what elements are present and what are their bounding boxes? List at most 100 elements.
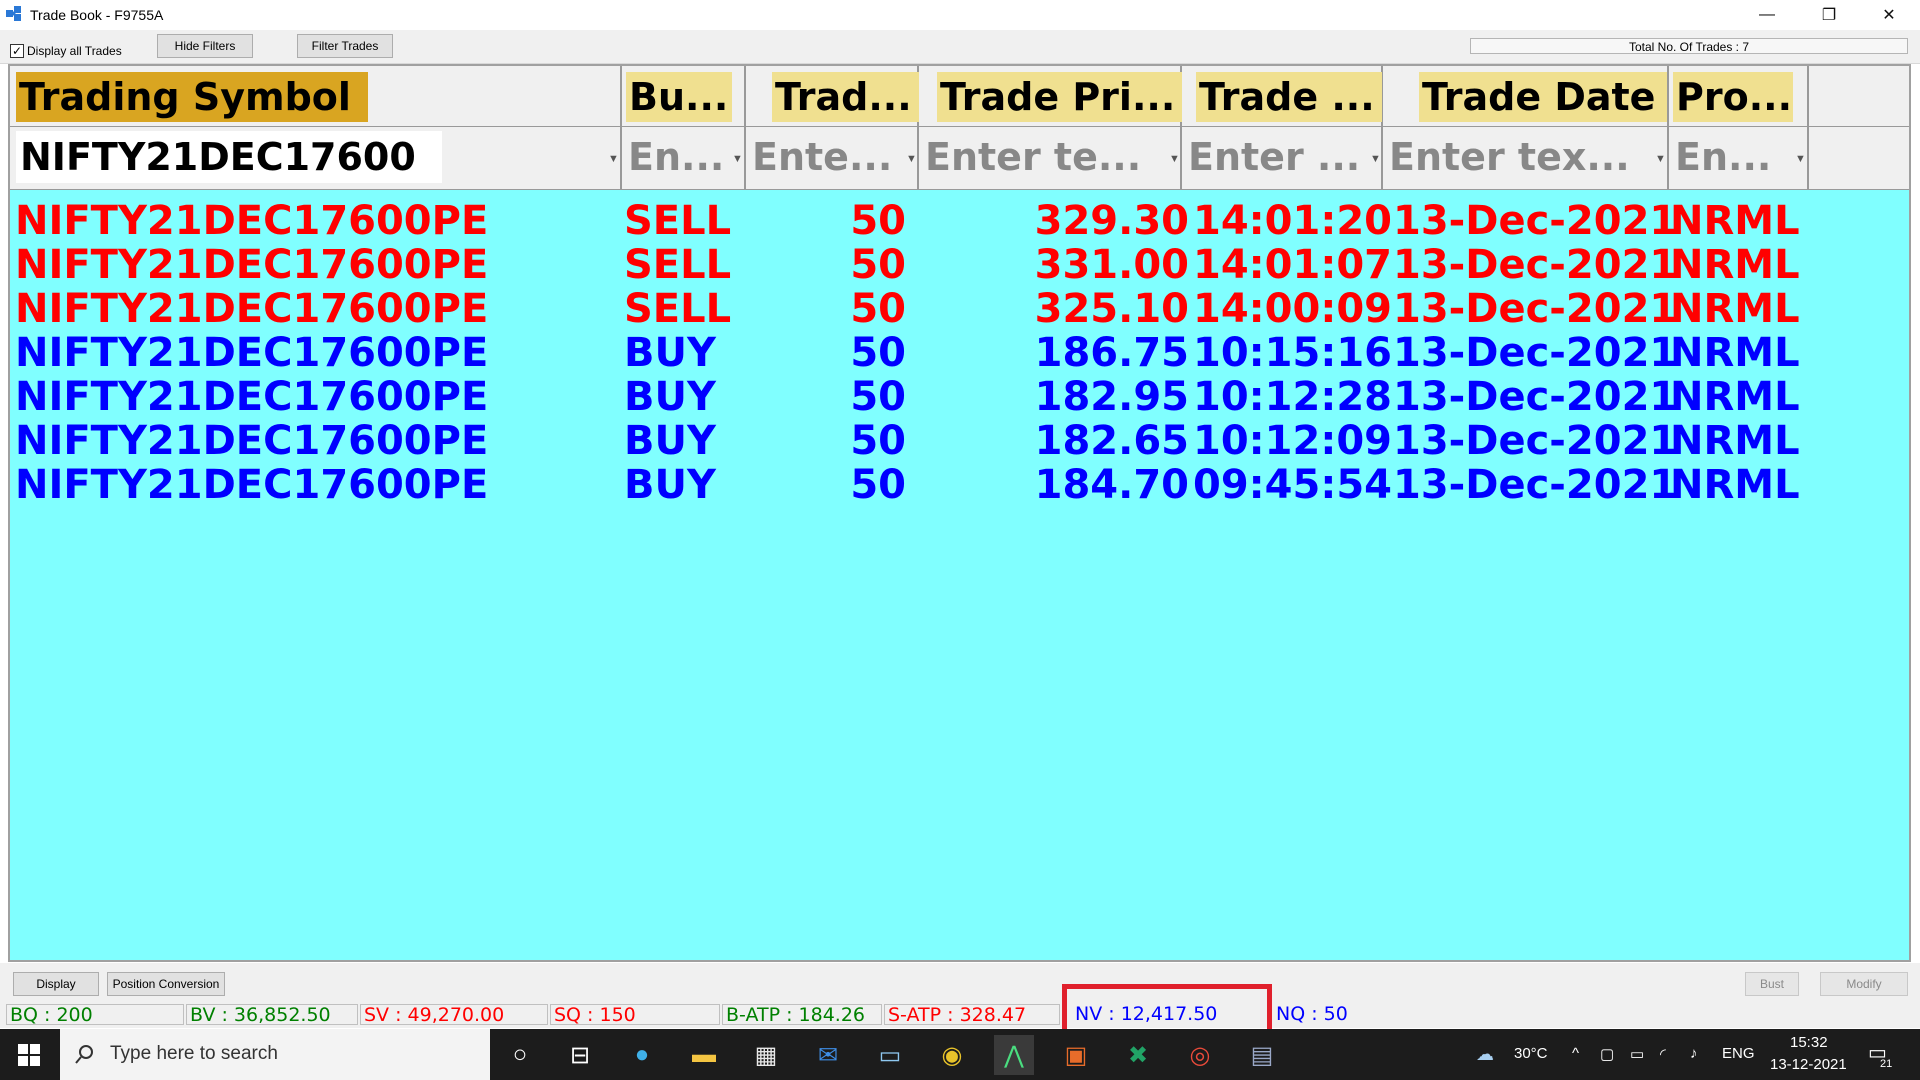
task-view-icon[interactable]: ⊟	[560, 1035, 600, 1075]
cell-product: NRML	[1670, 462, 1800, 508]
filter-input-trade-price[interactable]: Enter te...	[921, 131, 1169, 183]
cell-side: BUY	[624, 374, 716, 420]
display-button[interactable]: Display	[13, 972, 99, 996]
cell-qty: 50	[850, 242, 906, 288]
cell-product: NRML	[1670, 198, 1800, 244]
table-row[interactable]: NIFTY21DEC17600PE BUY 50 184.70 09:45:54…	[10, 463, 1909, 507]
search-icon	[75, 1045, 93, 1064]
table-row[interactable]: NIFTY21DEC17600PE BUY 50 182.95 10:12:28…	[10, 375, 1909, 419]
close-button[interactable]: ✕	[1860, 0, 1918, 30]
cell-date: 13-Dec-2021	[1393, 242, 1678, 288]
cell-date: 13-Dec-2021	[1393, 286, 1678, 332]
windows-start-icon[interactable]	[18, 1044, 40, 1066]
filter-funnel-icon[interactable]: ▼	[608, 153, 619, 165]
filter-cell-trade-qty: Ente... ▼	[746, 127, 919, 189]
column-header-label: Trade Date	[1419, 72, 1667, 122]
stat-sq: SQ : 150	[550, 1004, 720, 1026]
office-app-icon[interactable]: ▣	[1056, 1035, 1096, 1075]
clock-time[interactable]: 15:32	[1790, 1034, 1828, 1051]
table-row[interactable]: NIFTY21DEC17600PE SELL 50 329.30 14:01:2…	[10, 199, 1909, 243]
calculator-icon[interactable]: ▤	[1242, 1035, 1282, 1075]
trading-terminal-icon[interactable]: ⋀	[994, 1035, 1034, 1075]
table-row[interactable]: NIFTY21DEC17600PE SELL 50 325.10 14:00:0…	[10, 287, 1909, 331]
filter-input-trade-date[interactable]: Enter tex...	[1385, 131, 1655, 183]
language-indicator[interactable]: ENG	[1722, 1045, 1755, 1062]
position-conversion-button[interactable]: Position Conversion	[107, 972, 225, 996]
wifi-icon[interactable]: ◜	[1660, 1045, 1666, 1063]
column-header-trade-qty[interactable]: Trad...	[746, 66, 919, 126]
cell-symbol: NIFTY21DEC17600PE	[15, 286, 489, 332]
chrome-profile-icon[interactable]: ◎	[1180, 1035, 1220, 1075]
cell-side: BUY	[624, 330, 716, 376]
mail-icon[interactable]: ✉	[808, 1035, 848, 1075]
filter-cell-trade-price: Enter te... ▼	[919, 127, 1182, 189]
minimize-button[interactable]: —	[1738, 0, 1796, 30]
column-header-label: Trade ...	[1196, 72, 1382, 122]
filter-input-trading-symbol[interactable]: NIFTY21DEC17600	[16, 131, 442, 183]
cell-time: 10:12:28	[1193, 374, 1392, 420]
display-all-trades-label: Display all Trades	[27, 44, 122, 58]
filter-funnel-icon[interactable]: ▼	[1795, 153, 1806, 165]
cell-qty: 50	[850, 462, 906, 508]
cell-price: 331.00	[1034, 242, 1189, 288]
filter-cell-trading-symbol: NIFTY21DEC17600 ▼	[10, 127, 622, 189]
column-header-trading-symbol[interactable]: Trading Symbol	[10, 66, 622, 126]
edge-browser-icon[interactable]: ●	[622, 1035, 662, 1075]
column-header-trade-date[interactable]: Trade Date	[1383, 66, 1669, 126]
restore-button[interactable]: ❐	[1800, 0, 1858, 30]
bust-button[interactable]: Bust	[1745, 972, 1799, 996]
display-all-trades-checkbox[interactable]: ✓	[10, 44, 24, 58]
cell-date: 13-Dec-2021	[1393, 462, 1678, 508]
filter-input-product[interactable]: En...	[1671, 131, 1797, 183]
tray-device-icon[interactable]: ▢	[1600, 1045, 1614, 1063]
table-row[interactable]: NIFTY21DEC17600PE SELL 50 331.00 14:01:0…	[10, 243, 1909, 287]
filter-input-buy-sell[interactable]: En...	[624, 131, 732, 183]
table-row[interactable]: NIFTY21DEC17600PE BUY 50 182.65 10:12:09…	[10, 419, 1909, 463]
battery-icon[interactable]: ▭	[1630, 1045, 1644, 1063]
filter-trades-button[interactable]: Filter Trades	[297, 34, 393, 58]
file-explorer-icon[interactable]: ▬	[684, 1035, 724, 1075]
column-header-trade-price[interactable]: Trade Pri...	[919, 66, 1182, 126]
total-trades-count: Total No. Of Trades : 7	[1470, 38, 1908, 54]
filter-funnel-icon[interactable]: ▼	[1169, 153, 1180, 165]
hide-filters-button[interactable]: Hide Filters	[157, 34, 253, 58]
chrome-browser-icon[interactable]: ◉	[932, 1035, 972, 1075]
table-row[interactable]: NIFTY21DEC17600PE BUY 50 186.75 10:15:16…	[10, 331, 1909, 375]
cell-symbol: NIFTY21DEC17600PE	[15, 242, 489, 288]
filter-funnel-icon[interactable]: ▼	[732, 153, 743, 165]
cell-side: SELL	[624, 242, 732, 288]
weather-temperature[interactable]: 30°C	[1514, 1045, 1548, 1062]
cell-price: 184.70	[1034, 462, 1189, 508]
tray-chevron-up-icon[interactable]: ^	[1572, 1045, 1579, 1062]
title-bar	[0, 0, 1920, 30]
cell-time: 10:12:09	[1193, 418, 1392, 464]
filter-funnel-icon[interactable]: ▼	[906, 153, 917, 165]
column-header-buy-sell[interactable]: Bu...	[622, 66, 746, 126]
cell-symbol: NIFTY21DEC17600PE	[15, 198, 489, 244]
computer-app-icon[interactable]: ▭	[870, 1035, 910, 1075]
stat-net-qty: NQ : 50	[1276, 1003, 1348, 1025]
cell-time: 14:00:09	[1193, 286, 1392, 332]
stat-sell-atp: S-ATP : 328.47	[884, 1004, 1060, 1026]
filter-input-trade-time[interactable]: Enter ...	[1184, 131, 1372, 183]
column-header-product[interactable]: Pro...	[1669, 66, 1809, 126]
cell-product: NRML	[1670, 418, 1800, 464]
cell-price: 329.30	[1034, 198, 1189, 244]
cell-time: 14:01:20	[1193, 198, 1392, 244]
volume-icon[interactable]: ♪	[1690, 1045, 1698, 1062]
column-header-trade-time[interactable]: Trade ...	[1182, 66, 1383, 126]
microsoft-store-icon[interactable]: ▦	[746, 1035, 786, 1075]
excel-icon[interactable]: ✖	[1118, 1035, 1158, 1075]
modify-button[interactable]: Modify	[1820, 972, 1908, 996]
filter-input-trade-qty[interactable]: Ente...	[748, 131, 906, 183]
filter-cell-trade-time: Enter ... ▼	[1182, 127, 1383, 189]
filter-cell-product: En... ▼	[1669, 127, 1809, 189]
filter-funnel-icon[interactable]: ▼	[1655, 153, 1666, 165]
filter-funnel-icon[interactable]: ▼	[1370, 153, 1381, 165]
weather-cloud-icon[interactable]: ☁	[1476, 1044, 1494, 1065]
stat-buy-atp: B-ATP : 184.26	[722, 1004, 882, 1026]
trade-rows: NIFTY21DEC17600PE SELL 50 329.30 14:01:2…	[10, 199, 1909, 519]
app-puzzle-icon	[6, 6, 21, 21]
clock-date[interactable]: 13-12-2021	[1770, 1056, 1847, 1073]
cortana-icon[interactable]: ○	[500, 1035, 540, 1075]
